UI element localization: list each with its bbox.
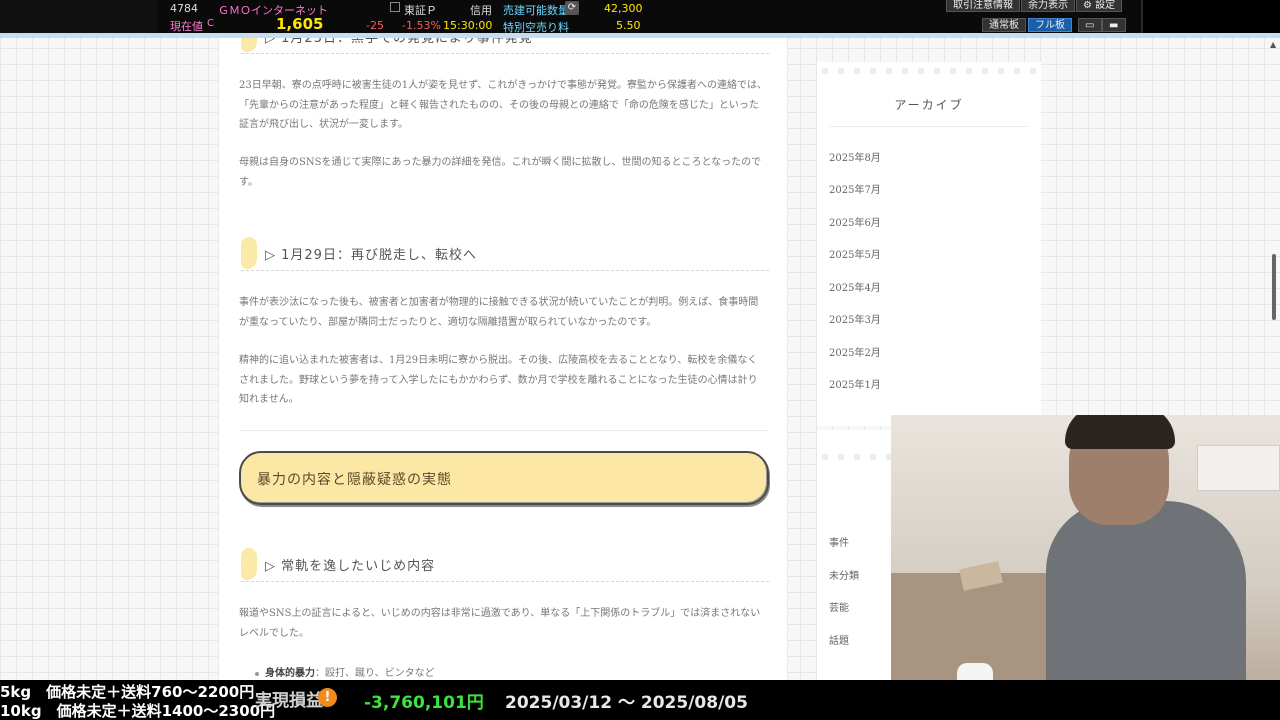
full-board-button[interactable]: フル板: [1028, 18, 1072, 32]
realized-pnl-label: 実現損益: [255, 691, 323, 711]
bullet-label: 身体的暴力: [265, 668, 315, 679]
sidebar-archive-widget: アーカイブ 2025年8月 2025年7月 2025年6月 2025年5月 20…: [817, 62, 1041, 426]
category-link[interactable]: 未分類: [829, 567, 859, 582]
layout-split-icon[interactable]: ▭: [1078, 18, 1102, 32]
paragraph: 母親は自身のSNSを通じて実際にあった暴力の詳細を発信。これが瞬く間に拡散し、世…: [239, 157, 762, 188]
market-icon: [390, 2, 400, 12]
person-body: [1046, 501, 1246, 695]
refresh-icon[interactable]: ⟳: [565, 1, 579, 15]
archive-link[interactable]: 2025年6月: [829, 214, 881, 229]
sellable-qty-value: 42,300: [604, 2, 643, 15]
person-hair: [1065, 415, 1175, 449]
heading-text: ▷ 1月23日：黒手での発覚により事件発覚: [265, 38, 533, 46]
archive-link[interactable]: 2025年3月: [829, 311, 881, 326]
section-heading-box: 暴力の内容と隠蔽疑惑の実態: [239, 451, 769, 505]
bullet-text: ：殴打、蹴り、ビンタなど: [315, 668, 435, 679]
air-conditioner: [1197, 445, 1280, 491]
category-link[interactable]: 芸能: [829, 599, 849, 614]
archive-title: アーカイブ: [894, 98, 964, 112]
paragraph: 報道やSNS上の証言によると、いじめの内容は非常に過激であり、単なる「上下関係の…: [239, 608, 761, 639]
archive-link[interactable]: 2025年8月: [829, 149, 881, 164]
heading-text: ▷ 1月29日：再び脱走し、転校へ: [265, 248, 477, 263]
stock-code: 4784: [170, 2, 198, 15]
widget-dot-border: [817, 66, 1041, 76]
archive-link[interactable]: 2025年5月: [829, 246, 881, 261]
shipping-5kg: 5kg 価格未定＋送料760～2200円: [0, 683, 255, 701]
price-change: -25: [366, 19, 384, 32]
article-heading-jan29: ▷ 1月29日：再び脱走し、転校へ: [241, 235, 769, 271]
layout-wide-icon[interactable]: ▬: [1102, 18, 1126, 32]
category-link[interactable]: 事件: [829, 534, 849, 549]
short-fee-value: 5.50: [616, 19, 641, 32]
stock-ticker-bar: 4784 ＧＭＯインターネット 現在値 C 1,605 東証Ｐ 信用 -25 -…: [0, 0, 1280, 34]
date-range: 2025/03/12 ～ 2025/08/05: [505, 693, 748, 713]
settings-label: 設定: [1095, 0, 1116, 11]
category-link[interactable]: 話題: [829, 632, 849, 647]
archive-link[interactable]: 2025年1月: [829, 376, 881, 391]
section-divider: [239, 430, 769, 431]
archive-link[interactable]: 2025年2月: [829, 344, 881, 359]
list-item: 身体的暴力：殴打、蹴り、ビンタなど: [255, 664, 435, 679]
sidebar-category-widget: 事件 未分類 芸能 話題: [817, 430, 891, 680]
gear-icon: ⚙: [1083, 0, 1096, 11]
paragraph: 23日早朝、寮の点呼時に被害生徒の1人が姿を見せず、これがきっかけで事態が発覚。…: [239, 80, 767, 130]
heading-highlight-mark: [241, 237, 257, 269]
section-heading: 暴力の内容と隠蔽疑惑の実態: [257, 472, 452, 488]
scrollbar-thumb[interactable]: [1272, 254, 1276, 320]
trade-notice-button[interactable]: 取引注意情報: [946, 0, 1020, 12]
sellable-qty-label: 売建可能数量: [503, 4, 569, 17]
article-content: ▷ 1月23日：黒手での発覚により事件発覚 23日早朝、寮の点呼時に被害生徒の1…: [218, 38, 788, 680]
archive-divider: [829, 126, 1029, 127]
current-price-label: 現在値: [170, 20, 203, 33]
paragraph: 精神的に追い込まれた被害者は、1月29日未明に寮から脱出。その後、広陵高校を去る…: [239, 355, 758, 405]
current-price: 1,605: [276, 15, 324, 33]
normal-board-button[interactable]: 通常板: [982, 18, 1026, 32]
heading-text: ▷ 常軌を逸したいじめ内容: [265, 559, 436, 574]
settings-button[interactable]: ⚙ 設定: [1076, 0, 1123, 12]
article-heading-bullying: ▷ 常軌を逸したいじめ内容: [241, 546, 769, 582]
heading-highlight-mark: [241, 38, 257, 52]
archive-link[interactable]: 2025年7月: [829, 181, 881, 196]
widget-dot-border: [817, 452, 891, 462]
bullet-dot-icon: [255, 671, 259, 676]
ticker-left-blank: [0, 0, 158, 33]
article-heading-jan23: ▷ 1月23日：黒手での発覚により事件発覚: [241, 38, 769, 54]
current-price-mark: C: [207, 18, 214, 29]
warning-icon: !: [318, 688, 337, 707]
webcam-overlay: [891, 415, 1280, 695]
margin-type: 信用: [470, 4, 492, 17]
market-name: 東証Ｐ: [404, 4, 437, 17]
heading-highlight-mark: [241, 548, 257, 580]
shipping-10kg: 10kg 価格未定＋送料1400～2300円: [0, 702, 276, 720]
realized-pnl-value: -3,760,101円: [364, 693, 484, 713]
archive-link[interactable]: 2025年4月: [829, 279, 881, 294]
scroll-up-icon[interactable]: ▲: [1270, 40, 1276, 49]
remaining-power-button[interactable]: 余力表示: [1021, 0, 1075, 12]
paragraph: 事件が表沙汰になった後も、被害者と加害者が物理的に接触できる状況が続いていたこと…: [239, 297, 759, 328]
price-change-pct: -1.53%: [402, 19, 441, 32]
price-time: 15:30:00: [443, 19, 493, 32]
stream-bottom-bar: 5kg 価格未定＋送料760～2200円 10kg 価格未定＋送料1400～23…: [0, 680, 1280, 720]
